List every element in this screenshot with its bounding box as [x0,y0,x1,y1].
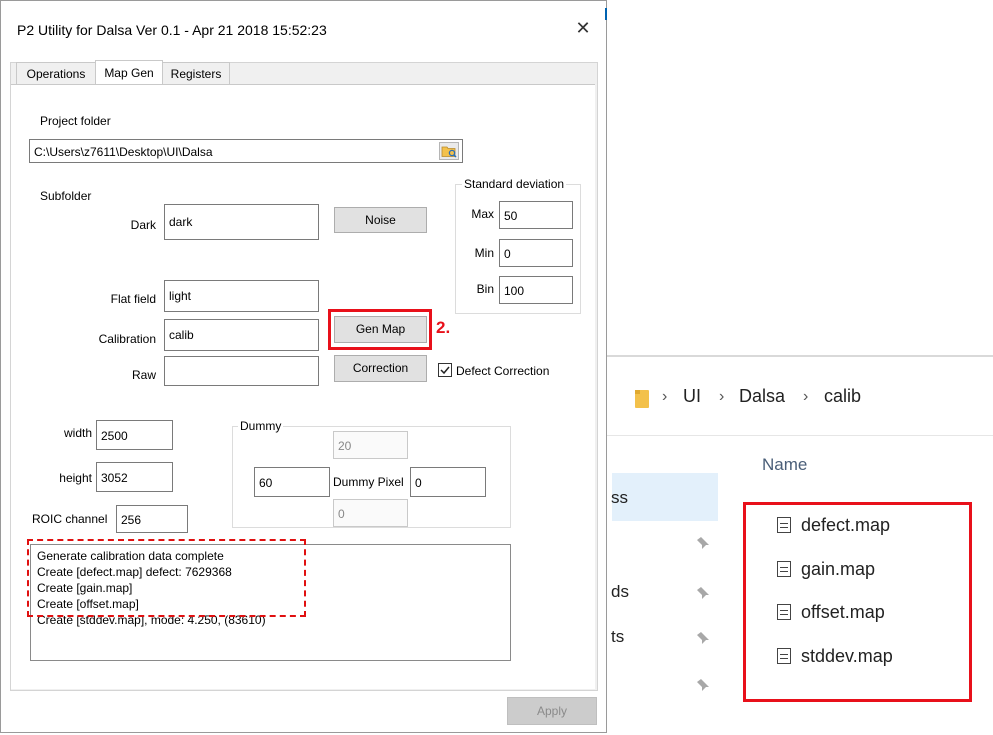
calibration-label: Calibration [98,332,156,346]
window-title: P2 Utility for Dalsa Ver 0.1 - Apr 21 20… [17,22,327,38]
raw-label: Raw [131,368,156,382]
defect-correction-checkbox[interactable] [438,363,452,377]
pin-icon[interactable] [696,586,710,600]
log-highlight-box [27,539,306,617]
correction-button[interactable]: Correction [334,355,427,382]
std-dev-title: Standard deviation [462,177,567,191]
folder-browse-icon [441,146,457,158]
folder-icon [635,390,649,408]
checkmark-icon [440,366,450,375]
raw-input[interactable] [164,356,319,386]
roic-channel-label: ROIC channel [32,512,108,526]
std-max-label: Max [471,207,494,221]
gen-map-highlight-box [328,309,432,350]
height-input[interactable] [96,462,173,492]
breadcrumb-chevron-icon: › [719,388,725,405]
dummy-bottom-input[interactable] [333,499,408,527]
subfolder-label: Subfolder [40,189,92,203]
nav-item-fragment[interactable]: ss [611,488,628,508]
width-input[interactable] [96,420,173,450]
breadcrumb-chevron-icon: › [662,388,668,405]
calibration-input[interactable] [164,319,319,351]
address-bar-divider [607,435,993,436]
apply-button[interactable]: Apply [507,697,597,725]
dummy-title: Dummy [238,419,284,433]
pin-icon[interactable] [696,536,710,550]
flat-field-input[interactable] [164,280,319,312]
width-label: width [63,426,92,440]
dummy-top-input[interactable] [333,431,408,459]
tab-operations[interactable]: Operations [16,62,96,84]
noise-button[interactable]: Noise [334,207,427,233]
dark-input[interactable] [164,204,319,240]
dark-label: Dark [130,218,156,232]
breadcrumb-ui[interactable]: UI [683,386,701,407]
std-bin-input[interactable] [499,276,573,304]
pin-icon[interactable] [696,678,710,692]
folder-browse-button[interactable] [439,142,459,160]
std-min-input[interactable] [499,239,573,267]
step-annotation: 2. [436,318,451,337]
breadcrumb-dalsa[interactable]: Dalsa [739,386,785,407]
tab-map-gen[interactable]: Map Gen [95,60,163,84]
std-bin-label: Bin [476,282,494,296]
explorer-top-border [607,355,993,357]
window-accent-line [605,8,607,20]
dummy-pixel-input[interactable] [410,467,486,497]
project-folder-input[interactable] [29,139,463,163]
roic-channel-input[interactable] [116,505,188,533]
tab-registers[interactable]: Registers [162,62,230,84]
height-label: height [59,471,92,485]
std-max-input[interactable] [499,201,573,229]
std-min-label: Min [474,246,494,260]
nav-item-fragment[interactable]: ts [611,627,624,647]
flat-field-label: Flat field [110,292,156,306]
breadcrumb-calib[interactable]: calib [824,386,861,407]
close-icon[interactable]: ✕ [571,16,595,40]
nav-item-fragment[interactable]: ds [611,582,629,602]
project-folder-label: Project folder [40,114,111,128]
defect-correction-label: Defect Correction [456,364,550,378]
name-column-header[interactable]: Name [762,455,807,475]
dummy-left-input[interactable] [254,467,330,497]
breadcrumb-chevron-icon: › [803,388,809,405]
files-highlight-box [743,502,972,702]
dummy-pixel-label: Dummy Pixel [333,475,404,489]
pin-icon[interactable] [696,631,710,645]
